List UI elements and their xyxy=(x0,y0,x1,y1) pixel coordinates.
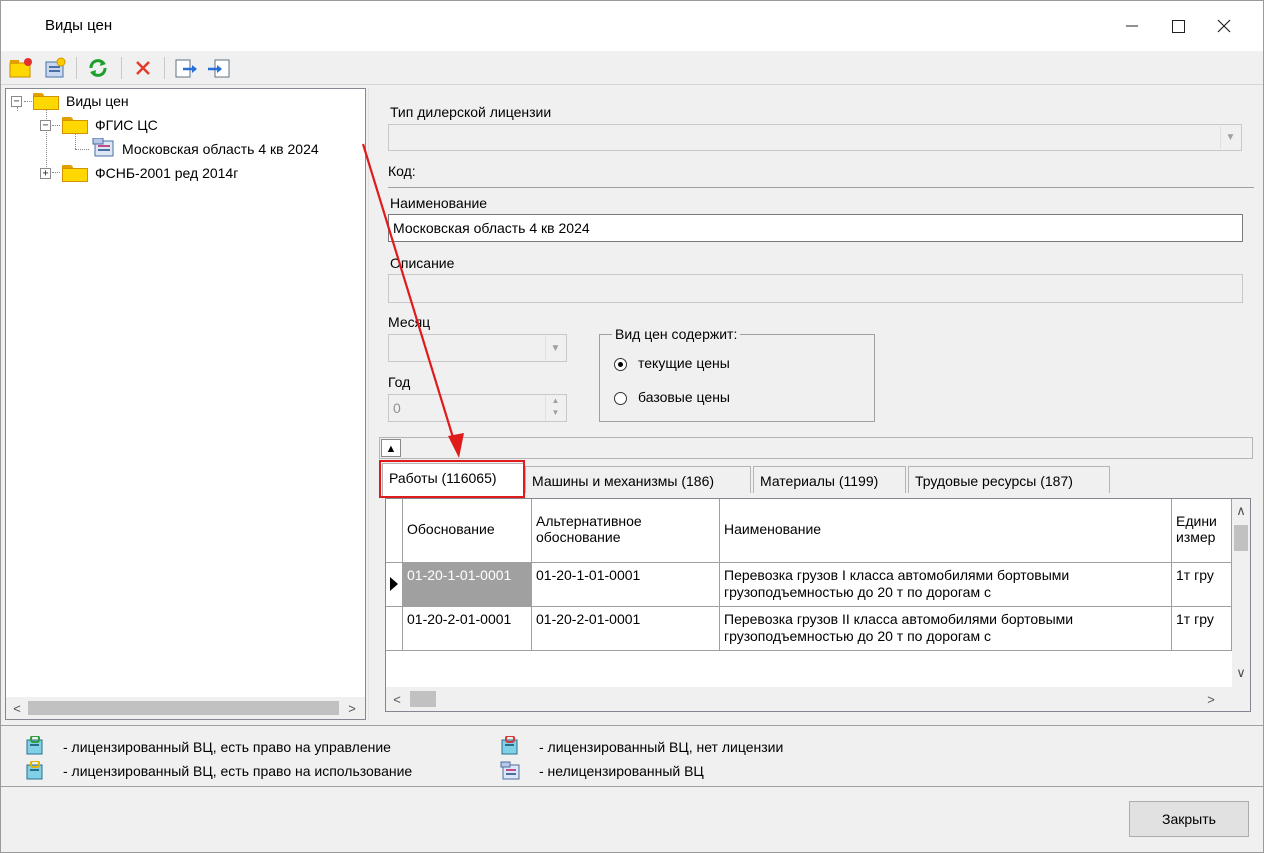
divider xyxy=(1,725,1263,726)
scroll-thumb[interactable] xyxy=(1234,525,1248,551)
price-types-window: Виды цен − Виды цен − ФГИС ЦС Московская… xyxy=(0,0,1264,853)
grid-vertical-scrollbar[interactable]: ∧ ∨ xyxy=(1232,499,1250,687)
header-alt-code[interactable]: Альтернативное обоснование xyxy=(532,499,720,563)
name-field[interactable]: Московская область 4 кв 2024 xyxy=(388,214,1243,242)
tree-item-fsnb[interactable]: ФСНБ-2001 ред 2014г xyxy=(95,163,238,183)
header-code[interactable]: Обоснование xyxy=(403,499,532,563)
new-folder-button[interactable] xyxy=(8,56,34,80)
refresh-icon xyxy=(89,59,107,77)
grid-horizontal-scrollbar[interactable]: < > xyxy=(386,687,1250,711)
collapse-icon[interactable]: − xyxy=(40,120,51,131)
folder-icon xyxy=(33,93,59,110)
new-price-type-button[interactable] xyxy=(42,56,68,80)
scroll-down-icon[interactable]: ∨ xyxy=(1232,665,1250,681)
description-field[interactable] xyxy=(388,274,1243,303)
chevron-down-icon[interactable]: ▼ xyxy=(545,336,565,360)
cell-code[interactable]: 01-20-1-01-0001 xyxy=(403,563,532,607)
cell-unit[interactable]: 1т гру xyxy=(1172,563,1232,607)
import-button[interactable] xyxy=(206,56,232,80)
radio-base-prices[interactable] xyxy=(614,392,627,405)
row-indicator xyxy=(386,607,403,651)
cell-name[interactable]: Перевозка грузов I класса автомобилями б… xyxy=(720,563,1172,607)
cell-alt-code[interactable]: 01-20-2-01-0001 xyxy=(532,607,720,651)
toolbar xyxy=(1,51,1263,85)
divider xyxy=(388,187,1254,188)
legend-use-text: - лицензированный ВЦ, есть право на испо… xyxy=(63,763,413,779)
price-contains-legend: Вид цен содержит: xyxy=(612,326,741,342)
maximize-icon[interactable] xyxy=(1155,1,1201,51)
document-new-icon xyxy=(45,57,66,78)
cell-alt-code[interactable]: 01-20-1-01-0001 xyxy=(532,563,720,607)
scroll-right-icon[interactable]: > xyxy=(343,699,361,717)
price-contains-group: Вид цен содержит: текущие цены базовые ц… xyxy=(599,326,875,422)
price-types-tree[interactable]: − Виды цен − ФГИС ЦС Московская область … xyxy=(5,88,366,720)
radio-current-label[interactable]: текущие цены xyxy=(638,355,730,371)
works-grid[interactable]: Обоснование Альтернативное обоснование Н… xyxy=(385,498,1251,712)
scroll-up-icon[interactable]: ∧ xyxy=(1232,503,1250,519)
current-row-icon xyxy=(386,563,403,607)
radio-base-label[interactable]: базовые цены xyxy=(638,389,730,405)
legend-manage-text: - лицензированный ВЦ, есть право на упра… xyxy=(63,739,391,755)
license-type-combo[interactable]: ▼ xyxy=(388,124,1242,151)
licensed-manage-icon xyxy=(25,735,45,756)
tab-materials[interactable]: Материалы (1199) xyxy=(753,466,906,493)
title-bar: Виды цен xyxy=(1,1,1263,51)
collapse-icon[interactable]: − xyxy=(11,96,22,107)
tree-item-fgis[interactable]: ФГИС ЦС xyxy=(95,115,158,135)
close-icon[interactable] xyxy=(1201,1,1247,51)
collapse-bar: ▲ xyxy=(379,437,1253,459)
spin-down-icon[interactable]: ▼ xyxy=(545,408,565,420)
header-name[interactable]: Наименование xyxy=(720,499,1172,563)
import-icon xyxy=(208,59,230,78)
scroll-left-icon[interactable]: < xyxy=(388,690,406,708)
tab-labor[interactable]: Трудовые ресурсы (187) xyxy=(908,466,1110,493)
radio-current-prices[interactable] xyxy=(614,358,627,371)
scroll-right-icon[interactable]: > xyxy=(1202,690,1220,708)
unlicensed-icon xyxy=(500,761,520,781)
refresh-button[interactable] xyxy=(85,56,111,80)
licensed-no-license-icon xyxy=(500,735,520,756)
tree-root-label[interactable]: Виды цен xyxy=(66,91,129,111)
expand-icon[interactable]: + xyxy=(40,168,51,179)
folder-new-icon xyxy=(9,58,32,78)
delete-button[interactable] xyxy=(130,56,156,80)
divider xyxy=(1,786,1263,787)
minimize-icon[interactable] xyxy=(1109,1,1155,51)
licensed-use-icon xyxy=(25,760,45,781)
spin-up-icon[interactable]: ▲ xyxy=(545,396,565,408)
license-type-label: Тип дилерской лицензии xyxy=(390,104,552,120)
folder-icon xyxy=(62,117,88,134)
tree-item-moscow-4q2024[interactable]: Московская область 4 кв 2024 xyxy=(122,139,319,159)
legend-unlicensed-text: - нелицензированный ВЦ xyxy=(539,763,704,779)
scroll-left-icon[interactable]: < xyxy=(8,699,26,717)
tab-machines[interactable]: Машины и механизмы (186) xyxy=(525,466,751,493)
close-button[interactable]: Закрыть xyxy=(1129,801,1249,837)
chevron-down-icon[interactable]: ▼ xyxy=(1220,126,1240,149)
scroll-thumb[interactable] xyxy=(410,691,436,707)
folder-icon xyxy=(62,165,88,182)
export-button[interactable] xyxy=(173,56,199,80)
tree-horizontal-scrollbar[interactable]: < > xyxy=(6,697,365,719)
cell-name[interactable]: Перевозка грузов II класса автомобилями … xyxy=(720,607,1172,651)
window-title: Виды цен xyxy=(45,17,113,34)
cell-unit[interactable]: 1т гру xyxy=(1172,607,1232,651)
delete-x-icon xyxy=(136,61,150,75)
export-icon xyxy=(175,59,197,78)
annotation-arrow xyxy=(361,143,464,458)
cell-code[interactable]: 01-20-2-01-0001 xyxy=(403,607,532,651)
legend-no-license-text: - лицензированный ВЦ, нет лицензии xyxy=(539,739,784,755)
header-unit[interactable]: Едини измер xyxy=(1172,499,1232,563)
unlicensed-icon xyxy=(92,137,118,158)
scroll-thumb[interactable] xyxy=(28,701,339,715)
row-indicator-header xyxy=(386,499,403,563)
